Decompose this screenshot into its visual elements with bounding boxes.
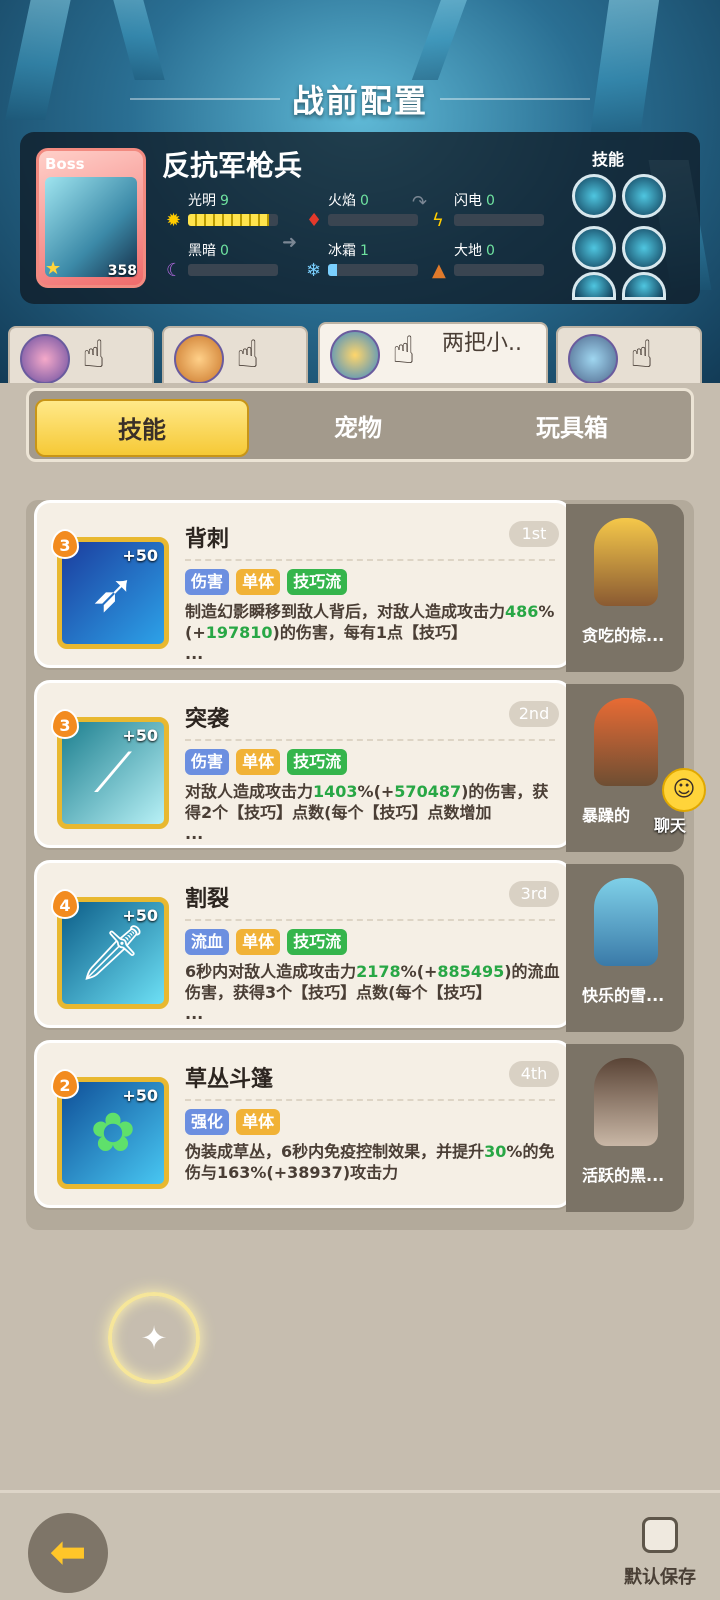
boss-info-panel: Boss ★ 358 反抗军枪兵 ✹ 光明 9 ♦ 火焰 0 ϟ 闪电 0 ☾ 黑暗 0… [20, 132, 700, 304]
skill-rank: 4th [509, 1061, 559, 1087]
skill-level-badge: 3 [51, 529, 79, 559]
boss-skill-icon[interactable] [572, 272, 616, 300]
tag: 强化 [185, 1109, 230, 1135]
chat-button[interactable]: ☺ 聊天 [646, 768, 710, 835]
team-avatar [174, 334, 224, 384]
team-tab-4[interactable]: ☝ [556, 326, 702, 388]
default-save-label: 默认保存 [624, 1567, 696, 1588]
skill-rank: 3rd [509, 881, 559, 907]
lightning-icon: ϟ [432, 210, 444, 231]
boss-level: 358 [107, 263, 137, 279]
element-dark: ☾ 黑暗 0 [166, 240, 296, 281]
element-earth: ▲ 大地 0 [432, 240, 562, 281]
pet-avatar [594, 1058, 658, 1146]
skill-card[interactable]: ⟋ +50 3 突袭 2nd 伤害 单体 技巧流 对敌人造成攻击力1403%(+5… [34, 680, 572, 848]
team-avatar [20, 334, 70, 384]
boss-tag: Boss [45, 155, 85, 173]
smiley-icon: ☺ [662, 768, 706, 812]
team-tab-3[interactable]: ☝ 两把小.. [318, 322, 548, 388]
boss-avatar[interactable]: Boss ★ 358 [36, 148, 146, 288]
tag: 单体 [236, 749, 281, 775]
tab-pet[interactable]: 宠物 [251, 399, 465, 457]
skill-level-badge: 2 [51, 1069, 79, 1099]
boss-name: 反抗军枪兵 [162, 149, 303, 182]
element-lightning: ϟ 闪电 0 [432, 190, 562, 231]
tag: 单体 [236, 569, 281, 595]
skill-card[interactable]: ✿ +50 2 草丛斗篷 4th 强化 单体 伪装成草丛，6秒内免疫控制效果，并提… [34, 1040, 572, 1208]
pet-slot[interactable]: 快乐的雪... [566, 864, 684, 1032]
tag: 伤害 [185, 569, 230, 595]
arrow-left-icon: ⬅ [49, 1527, 87, 1578]
skill-description: 对敌人造成攻击力1403%(+570487)的伤害，获得2个【技巧】点数(每个【… [185, 782, 549, 843]
boss-skill-icon[interactable] [622, 272, 666, 300]
hand-icon: ☝ [392, 328, 416, 372]
pet-avatar [594, 518, 658, 606]
element-light: ✹ 光明 9 [166, 190, 296, 231]
skill-name: 突袭 [185, 707, 230, 732]
star-icon: ★ [45, 258, 62, 279]
skill-description: 伪装成草丛，6秒内免疫控制效果，并提升30%的免伤与163%(+38937)攻击… [185, 1142, 555, 1182]
skill-name: 草丛斗篷 [185, 1067, 274, 1092]
skill-card[interactable]: 🗡 +50 4 割裂 3rd 流血 单体 技巧流 6秒内对敌人造成攻击力2178%… [34, 860, 572, 1028]
team-name: 两把小.. [442, 331, 522, 356]
skill-rank: 1st [509, 521, 559, 547]
moon-icon: ☾ [166, 260, 183, 281]
boss-skill-icon[interactable] [572, 174, 616, 218]
pet-name: 暴躁的 [582, 806, 631, 825]
hand-icon: ☝ [82, 332, 106, 376]
default-save-checkbox[interactable] [642, 1517, 678, 1553]
chat-label: 聊天 [654, 816, 687, 835]
team-avatar [568, 334, 618, 384]
pet-name: 贪吃的棕... [582, 626, 665, 645]
skill-card[interactable]: ➶ +50 3 背刺 1st 伤害 单体 技巧流 制造幻影瞬移到敌人背后，对敌人造… [34, 500, 572, 668]
pet-slot[interactable]: 活跃的黑... [566, 1044, 684, 1212]
tag: 技巧流 [287, 569, 348, 595]
tab-toybox[interactable]: 玩具箱 [465, 399, 679, 457]
boss-skill-icon[interactable] [622, 226, 666, 270]
tag: 流血 [185, 929, 230, 955]
pet-name: 活跃的黑... [582, 1166, 665, 1185]
skill-description: 制造幻影瞬移到敌人背后，对敌人造成攻击力486%(+197810)的伤害，每有1… [185, 602, 555, 663]
tag: 技巧流 [287, 929, 348, 955]
category-segmented-control: 技能 宠物 玩具箱 [26, 388, 694, 462]
sparkle-effect: ✦ [108, 1292, 200, 1384]
cycle-arrow-icon: ➜ [282, 232, 298, 253]
pet-avatar [594, 878, 658, 966]
snowflake-icon: ❄ [306, 260, 322, 281]
skill-description: 6秒内对敌人造成攻击力2178%(+885495)的流血伤害，获得3个【技巧】点… [185, 962, 560, 1023]
boss-skill-icon[interactable] [572, 226, 616, 270]
tab-skill[interactable]: 技能 [35, 399, 249, 457]
tag: 伤害 [185, 749, 230, 775]
pet-slot[interactable]: 贪吃的棕... [566, 504, 684, 672]
earth-icon: ▲ [432, 260, 446, 281]
element-frost: ❄ 冰霜 1 [306, 240, 436, 281]
team-tab-1[interactable]: ☝ [8, 326, 154, 388]
skill-name: 背刺 [185, 527, 230, 552]
skill-rank: 2nd [509, 701, 559, 727]
hand-icon: ☝ [630, 332, 654, 376]
team-avatar [330, 330, 380, 380]
tag: 单体 [236, 929, 281, 955]
flame-icon: ♦ [306, 210, 323, 231]
back-button[interactable]: ⬅ [28, 1513, 108, 1593]
tag: 技巧流 [287, 749, 348, 775]
tag: 单体 [236, 1109, 281, 1135]
boss-skill-icon[interactable] [622, 174, 666, 218]
hand-icon: ☝ [236, 332, 260, 376]
screen-title: 战前配置 [291, 82, 428, 120]
skill-level-badge: 3 [51, 709, 79, 739]
pet-name: 快乐的雪... [582, 986, 665, 1005]
skills-label: 技能 [592, 150, 625, 169]
element-light-bar [188, 214, 269, 226]
element-frost-bar [328, 264, 337, 276]
team-tab-2[interactable]: ☝ [162, 326, 308, 388]
sun-icon: ✹ [166, 210, 182, 231]
bottom-bar: ⬅ 默认保存 [0, 1490, 720, 1600]
skill-name: 割裂 [185, 887, 230, 912]
skill-level-badge: 4 [51, 889, 79, 919]
cycle-arrow-icon: ↷ [412, 192, 428, 213]
